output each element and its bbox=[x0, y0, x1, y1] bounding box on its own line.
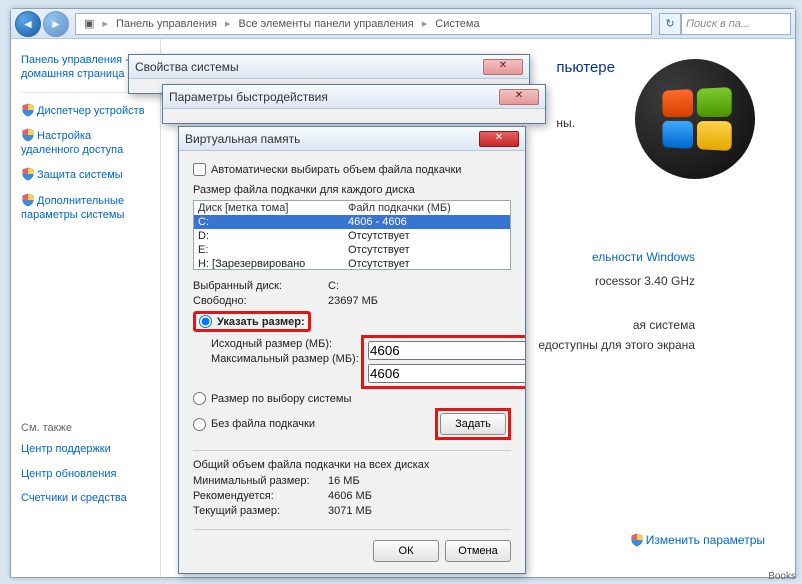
forward-button[interactable]: ► bbox=[43, 11, 69, 37]
radio-system-label: Размер по выбору системы bbox=[211, 393, 351, 405]
max-size-input[interactable] bbox=[368, 364, 525, 383]
breadcrumb-part[interactable]: Все элементы панели управления bbox=[239, 18, 414, 30]
back-button[interactable]: ◄ bbox=[15, 11, 41, 37]
close-button[interactable]: ✕ bbox=[499, 89, 539, 105]
sidebar-link-remote[interactable]: Настройка удаленного доступа bbox=[21, 128, 150, 158]
drive-list[interactable]: Диск [метка тома] Файл подкачки (МБ) C:4… bbox=[193, 200, 511, 270]
shield-icon bbox=[630, 533, 644, 547]
cur-size-label: Текущий размер: bbox=[193, 505, 328, 517]
dialog-title: Свойства системы bbox=[135, 60, 239, 74]
set-button[interactable]: Задать bbox=[440, 413, 506, 435]
close-button[interactable]: ✕ bbox=[483, 59, 523, 75]
sidebar-link-advanced[interactable]: Дополнительные параметры системы bbox=[21, 193, 150, 223]
initial-size-input[interactable] bbox=[368, 341, 525, 360]
shield-icon bbox=[21, 193, 35, 207]
column-header-drive: Диск [метка тома] bbox=[198, 202, 348, 214]
initial-size-label: Исходный размер (МБ): bbox=[211, 338, 361, 350]
cur-size-value: 3071 МБ bbox=[328, 505, 372, 517]
max-size-label: Максимальный размер (МБ): bbox=[211, 353, 361, 365]
radio-custom-size[interactable] bbox=[199, 315, 212, 328]
radio-no-pagefile[interactable] bbox=[193, 418, 206, 431]
shield-icon bbox=[21, 103, 35, 117]
min-size-value: 16 МБ bbox=[328, 475, 360, 487]
column-header-pagefile: Файл подкачки (МБ) bbox=[348, 202, 506, 214]
close-button[interactable]: ✕ bbox=[479, 131, 519, 147]
radio-custom-label: Указать размер: bbox=[217, 316, 305, 328]
drive-row[interactable]: E:Отсутствует bbox=[194, 243, 510, 257]
auto-manage-checkbox[interactable] bbox=[193, 163, 206, 176]
free-space-label: Свободно: bbox=[193, 295, 328, 307]
auto-manage-label: Автоматически выбирать объем файла подка… bbox=[211, 164, 461, 176]
shield-icon bbox=[21, 128, 35, 142]
refresh-button[interactable]: ↻ bbox=[659, 13, 681, 35]
performance-options-dialog: Параметры быстродействия ✕ bbox=[162, 84, 546, 124]
drive-row[interactable]: C:4606 - 4606 bbox=[194, 215, 510, 229]
breadcrumb-part[interactable]: Система bbox=[435, 18, 479, 30]
dialog-title: Виртуальная память bbox=[185, 132, 300, 146]
rec-size-label: Рекомендуется: bbox=[193, 490, 328, 502]
selected-drive-value: C: bbox=[328, 280, 339, 292]
sidebar-link-device-manager[interactable]: Диспетчер устройств bbox=[21, 103, 150, 118]
free-space-value: 23697 МБ bbox=[328, 295, 378, 307]
drive-row[interactable]: D:Отсутствует bbox=[194, 229, 510, 243]
search-input[interactable]: Поиск в па... bbox=[681, 13, 791, 35]
sidebar-bottom-link[interactable]: Центр поддержки bbox=[21, 442, 150, 456]
books-label: Books bbox=[768, 571, 796, 582]
ok-button[interactable]: ОК bbox=[373, 540, 439, 562]
selected-drive-label: Выбранный диск: bbox=[193, 280, 328, 292]
radio-none-label: Без файла подкачки bbox=[211, 418, 315, 430]
sidebar-bottom-link[interactable]: Счетчики и средства bbox=[21, 491, 150, 505]
dialog-title: Параметры быстродействия bbox=[169, 90, 328, 104]
drive-row[interactable]: H: [Зарезервировано системой]Отсутствует bbox=[194, 257, 510, 270]
group-label: Размер файла подкачки для каждого диска bbox=[193, 184, 511, 196]
see-also-label: См. также bbox=[21, 422, 150, 434]
min-size-label: Минимальный размер: bbox=[193, 475, 328, 487]
windows-logo bbox=[635, 59, 755, 179]
virtual-memory-dialog: Виртуальная память ✕ Автоматически выбир… bbox=[178, 126, 526, 574]
breadcrumb-part[interactable]: Панель управления bbox=[116, 18, 217, 30]
radio-system-size[interactable] bbox=[193, 392, 206, 405]
rec-size-value: 4606 МБ bbox=[328, 490, 372, 502]
sidebar-bottom-link[interactable]: Центр обновления bbox=[21, 467, 150, 481]
cancel-button[interactable]: Отмена bbox=[445, 540, 511, 562]
shield-icon bbox=[21, 167, 35, 181]
sidebar-link-protection[interactable]: Защита системы bbox=[21, 167, 150, 182]
explorer-toolbar: ◄ ► ▣▸ Панель управления▸ Все элементы п… bbox=[11, 9, 795, 39]
breadcrumb[interactable]: ▣▸ Панель управления▸ Все элементы панел… bbox=[75, 13, 652, 35]
change-settings-link[interactable]: Изменить параметры bbox=[630, 533, 765, 547]
sidebar: Панель управления - домашняя страница Ди… bbox=[11, 39, 161, 577]
total-label: Общий объем файла подкачки на всех диска… bbox=[193, 459, 511, 471]
